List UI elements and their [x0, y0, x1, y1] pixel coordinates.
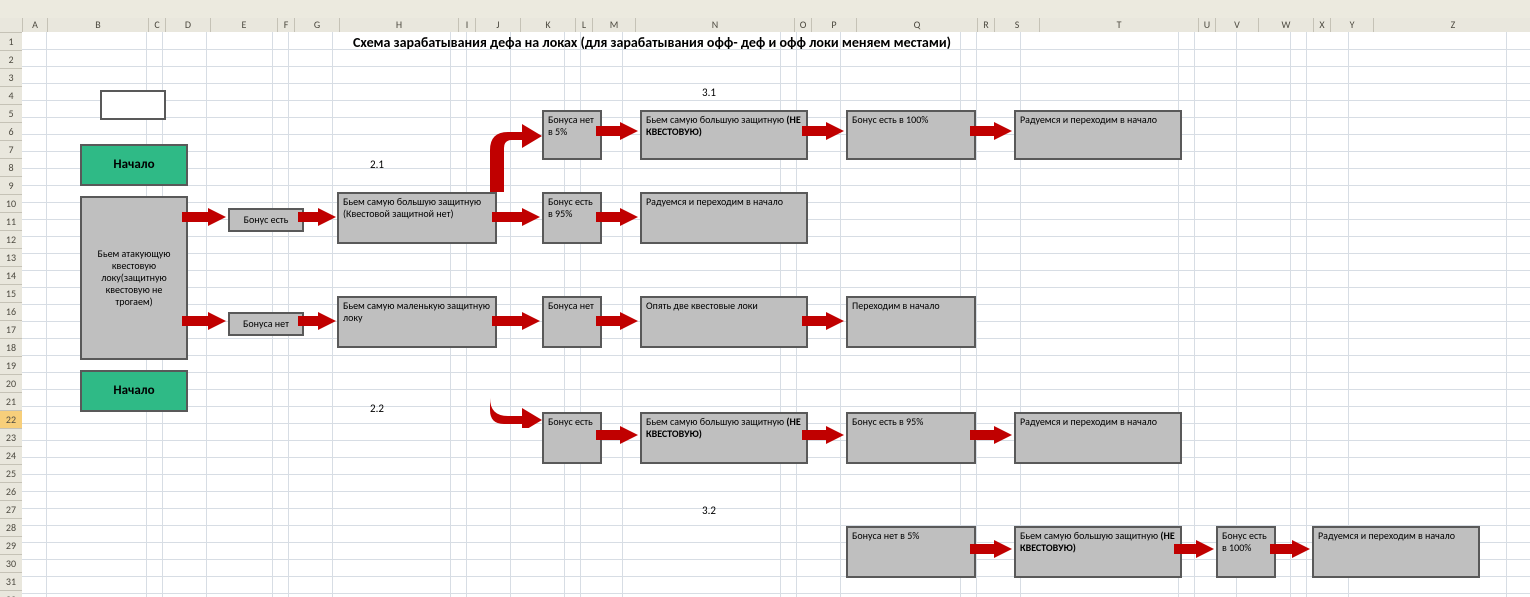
arrow-curve-up-icon [486, 120, 542, 192]
label-3-2: 3.2 [702, 504, 716, 517]
arrow-icon [802, 312, 844, 330]
box-big-def-notquest-3: Бьем самую большую защитную (НЕ КВЕСТОВУ… [1014, 526, 1182, 578]
spreadsheet-sheet: ABCDEFGHIJKLMNOPQRSTUVWXYZAAAB 123456789… [0, 0, 1530, 597]
arrow-icon [596, 122, 638, 140]
arrow-icon [970, 426, 1012, 444]
row-headers[interactable]: 1234567891011121314151617181920212223242… [0, 32, 22, 597]
arrow-curve-down-icon [486, 346, 542, 428]
box-start-top: Начало [80, 144, 188, 186]
arrow-icon [1174, 540, 1214, 558]
box-bonus-no-short: Бонуса нет [542, 296, 602, 348]
arrow-icon [970, 122, 1012, 140]
box-1-0 [100, 90, 166, 120]
box-small-def: Бьем самую маленькую защитную локу [337, 296, 497, 348]
select-all-corner[interactable] [0, 18, 23, 32]
arrow-icon [596, 208, 638, 226]
arrow-icon [802, 122, 844, 140]
cell-grid[interactable]: Схема зарабатывания дефа на локах (для з… [22, 32, 1530, 597]
box-start-bottom: Начало [80, 370, 188, 412]
box-attack-quest: Бьем атакующую квестовую локу(защитную к… [80, 196, 188, 360]
label-2-2: 2.2 [370, 402, 384, 415]
arrow-icon [492, 208, 540, 226]
arrow-icon [492, 312, 540, 330]
arrow-icon [182, 312, 226, 330]
box-rejoice-1: Радуемся и переходим в начало [1014, 110, 1182, 160]
box-bonus-no: Бонуса нет [228, 312, 304, 336]
arrow-icon [182, 208, 226, 226]
label-3-1: 3.1 [702, 86, 716, 99]
box-no-bonus-5b: Бонуса нет в 5% [846, 526, 976, 578]
sheet-title: Схема зарабатывания дефа на локах (для з… [22, 32, 1282, 52]
arrow-icon [802, 426, 844, 444]
box-bonus-95: Бонус есть в 95% [542, 192, 602, 244]
box-big-def-noquestdef: Бьем самую большую защитную (Квестовой з… [337, 192, 497, 244]
box-no-bonus-5: Бонуса нет в 5% [542, 110, 602, 160]
label-2-1: 2.1 [370, 158, 384, 171]
box-rejoice-2: Радуемся и переходим в начало [640, 192, 808, 244]
box-bonus-yes: Бонус есть [228, 208, 304, 232]
arrow-icon [1270, 540, 1310, 558]
box-bonus-95b: Бонус есть в 95% [846, 412, 976, 464]
column-headers[interactable]: ABCDEFGHIJKLMNOPQRSTUVWXYZAAAB [22, 18, 1530, 32]
arrow-icon [298, 208, 336, 226]
box-bonus-100b: Бонус есть в 100% [1216, 526, 1276, 578]
box-bonus-100: Бонус есть в 100% [846, 110, 976, 160]
box-big-def-notquest-2: Бьем самую большую защитную (НЕ КВЕСТОВУ… [640, 412, 808, 464]
box-bonus-yes-short: Бонус есть [542, 412, 602, 464]
box-two-quest: Опять две квестовые локи [640, 296, 808, 348]
box-rejoice-4: Радуемся и переходим в начало [1312, 526, 1480, 578]
arrow-icon [298, 312, 336, 330]
formula-bar[interactable] [0, 0, 1530, 19]
arrow-icon [970, 540, 1012, 558]
box-big-def-notquest-1: Бьем самую большую защитную (НЕ КВЕСТОВУ… [640, 110, 808, 160]
arrow-icon [596, 426, 638, 444]
arrow-icon [596, 312, 638, 330]
box-go-start: Переходим в начало [846, 296, 976, 348]
box-rejoice-3: Радуемся и переходим в начало [1014, 412, 1182, 464]
